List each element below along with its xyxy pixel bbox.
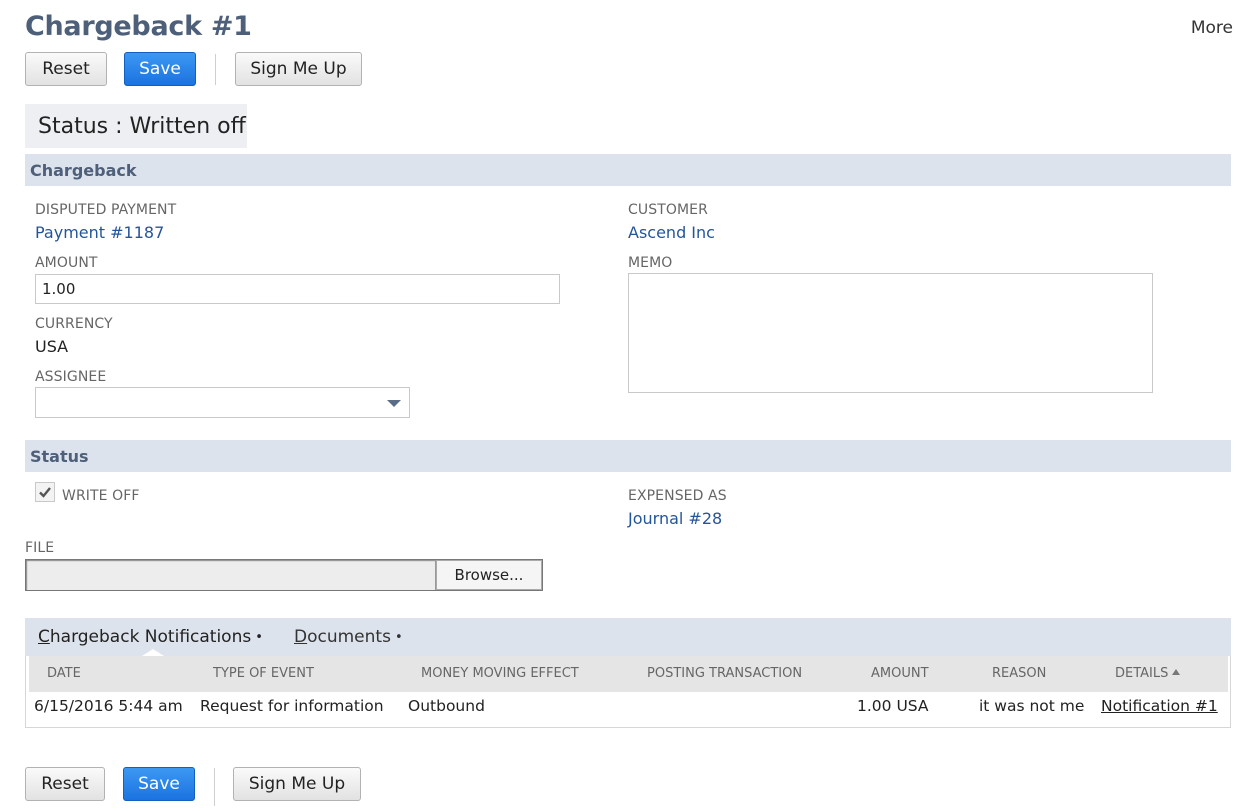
- checkmark-icon: [39, 487, 51, 498]
- expensed-as-link[interactable]: Journal #28: [628, 509, 722, 528]
- tab-chargeback-notifications-dot: •: [255, 629, 263, 645]
- tab-chargeback-notifications-accesskey: C: [38, 627, 50, 647]
- assignee-label: ASSIGNEE: [35, 369, 107, 385]
- cell-money-moving-effect: Outbound: [408, 697, 485, 715]
- column-header-money-moving-effect[interactable]: MONEY MOVING EFFECT: [421, 666, 579, 681]
- reset-button[interactable]: Reset: [25, 52, 107, 86]
- sign-me-up-button[interactable]: Sign Me Up: [235, 52, 362, 86]
- toolbar-separator-bottom: [214, 768, 215, 806]
- cell-details-link[interactable]: Notification #1: [1101, 697, 1218, 715]
- status-banner: Status : Written off: [25, 104, 247, 148]
- tab-chargeback-notifications-label: hargeback Notifications: [49, 627, 252, 647]
- tab-documents-label: ocuments: [307, 627, 391, 647]
- disputed-payment-link[interactable]: Payment #1187: [35, 223, 164, 242]
- customer-label: CUSTOMER: [628, 202, 708, 218]
- disputed-payment-label: DISPUTED PAYMENT: [35, 202, 177, 218]
- write-off-label: WRITE OFF: [62, 488, 140, 504]
- page-title: Chargeback #1: [25, 11, 252, 42]
- more-menu[interactable]: More: [1191, 18, 1233, 38]
- sign-me-up-button-bottom[interactable]: Sign Me Up: [233, 767, 361, 801]
- currency-label: CURRENCY: [35, 316, 113, 332]
- section-header-status[interactable]: Status: [25, 440, 1231, 472]
- assignee-select[interactable]: [35, 387, 410, 418]
- column-header-details-label: DETAILS: [1115, 666, 1169, 681]
- notifications-table: DATE TYPE OF EVENT MONEY MOVING EFFECT P…: [25, 656, 1231, 728]
- save-button-bottom[interactable]: Save: [123, 767, 195, 801]
- expensed-as-label: EXPENSED AS: [628, 488, 727, 504]
- file-label: FILE: [25, 540, 55, 556]
- column-header-type-of-event[interactable]: TYPE OF EVENT: [213, 666, 314, 681]
- column-header-reason[interactable]: REASON: [992, 666, 1046, 681]
- write-off-checkbox[interactable]: [35, 482, 55, 502]
- tab-documents-dot: •: [394, 629, 403, 645]
- file-upload: Browse...: [25, 559, 543, 591]
- save-button[interactable]: Save: [124, 52, 196, 86]
- column-header-posting-transaction[interactable]: POSTING TRANSACTION: [647, 666, 802, 681]
- section-title-chargeback: Chargeback: [30, 160, 137, 180]
- table-header: DATE TYPE OF EVENT MONEY MOVING EFFECT P…: [29, 656, 1228, 692]
- tab-documents[interactable]: Documents •: [294, 618, 403, 656]
- currency-value: USA: [35, 337, 69, 356]
- cell-amount: 1.00 USA: [857, 697, 929, 715]
- triangle-down-icon: [387, 400, 401, 407]
- customer-link[interactable]: Ascend Inc: [628, 223, 715, 242]
- status-banner-text: Status : Written off: [38, 113, 246, 139]
- browse-button[interactable]: Browse...: [436, 560, 542, 590]
- column-header-details[interactable]: DETAILS: [1115, 666, 1181, 681]
- section-header-chargeback[interactable]: Chargeback: [25, 154, 1231, 186]
- sort-ascending-icon: [1172, 669, 1181, 675]
- file-path-field[interactable]: [26, 560, 436, 590]
- cell-reason: it was not me: [979, 697, 1085, 715]
- section-title-status: Status: [30, 446, 89, 466]
- tab-documents-accesskey: D: [294, 627, 308, 647]
- amount-label: AMOUNT: [35, 255, 98, 271]
- cell-date: 6/15/2016 5:44 am: [34, 697, 183, 715]
- memo-label: MEMO: [628, 255, 673, 271]
- column-header-date[interactable]: DATE: [47, 666, 81, 681]
- amount-input[interactable]: 1.00: [35, 274, 560, 304]
- reset-button-bottom[interactable]: Reset: [25, 767, 105, 801]
- toolbar-separator: [215, 54, 216, 85]
- cell-type-of-event: Request for information: [200, 697, 384, 715]
- amount-input-value: 1.00: [42, 280, 76, 298]
- active-tab-pointer: [142, 649, 164, 656]
- memo-textarea[interactable]: [628, 273, 1153, 393]
- column-header-amount[interactable]: AMOUNT: [871, 666, 929, 681]
